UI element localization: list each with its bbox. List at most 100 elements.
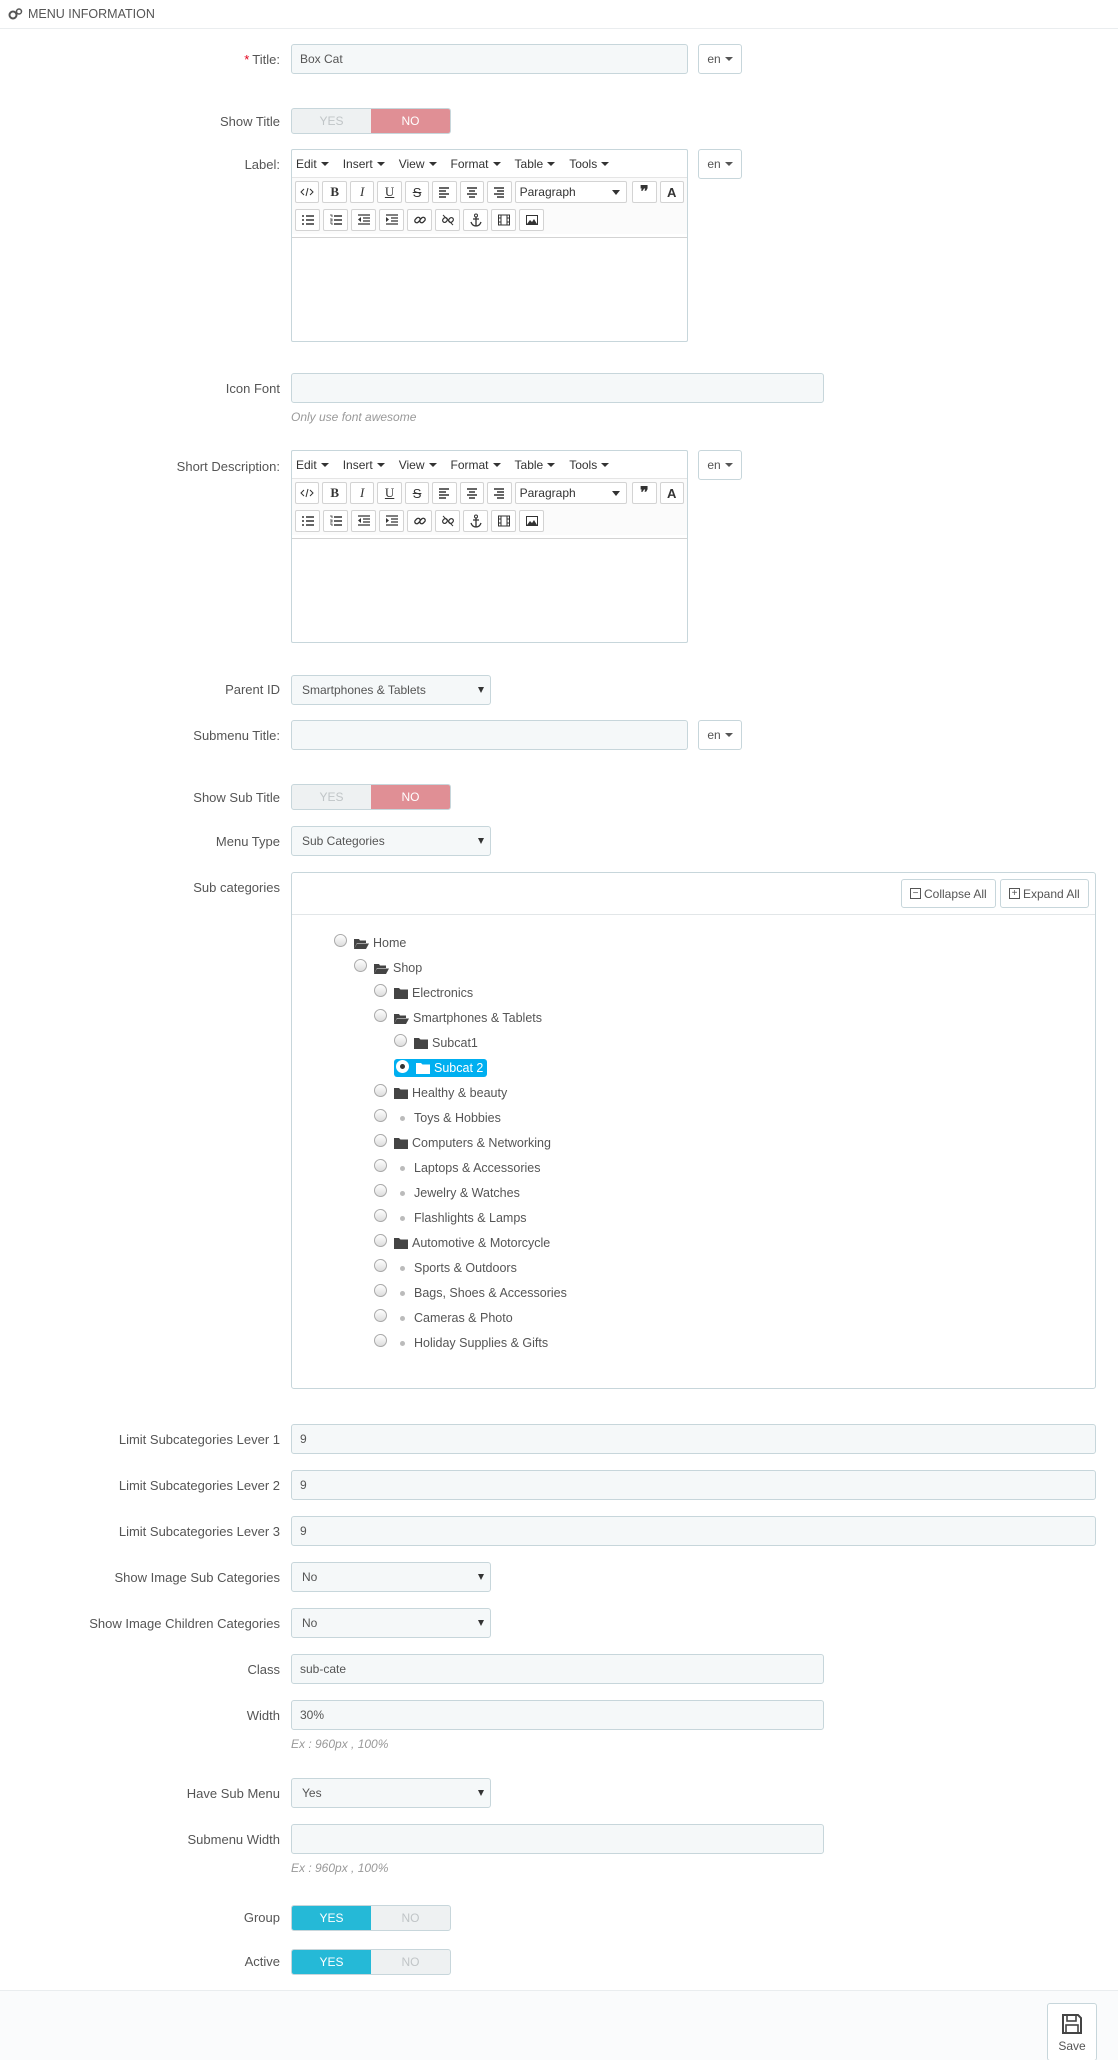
group-yes[interactable]: YES <box>292 1906 371 1930</box>
menu-view[interactable]: View <box>399 157 437 171</box>
tree-node[interactable]: Laptops & Accessories <box>374 1157 540 1179</box>
tree-node[interactable]: Electronics <box>374 982 473 1004</box>
link-icon[interactable] <box>407 209 432 231</box>
show-image-children-select[interactable]: No <box>291 1608 491 1638</box>
group-switch[interactable]: YES NO <box>291 1905 451 1931</box>
image-icon[interactable] <box>519 510 544 532</box>
menu-edit[interactable]: Edit <box>296 157 329 171</box>
short-description-lang-dropdown[interactable]: en <box>698 450 742 480</box>
tree-node-radio[interactable] <box>374 1208 387 1222</box>
show-image-sub-select[interactable]: No <box>291 1562 491 1592</box>
have-sub-menu-select[interactable]: Yes <box>291 1778 491 1808</box>
expand-all-button[interactable]: + Expand All <box>1000 879 1089 908</box>
show-title-no[interactable]: NO <box>371 109 450 133</box>
menu-format[interactable]: Format <box>451 157 501 171</box>
label-lang-dropdown[interactable]: en <box>698 149 742 179</box>
tree-node[interactable]: Home <box>334 932 406 954</box>
menu-view[interactable]: View <box>399 458 437 472</box>
submenu-title-input[interactable] <box>291 720 688 750</box>
label-editor[interactable]: Edit Insert View Format Table Tools B I … <box>291 149 688 342</box>
title-lang-dropdown[interactable]: en <box>698 44 742 74</box>
blockquote-icon[interactable]: ❞ <box>632 181 657 203</box>
tree-node-radio[interactable] <box>394 1033 407 1047</box>
anchor-icon[interactable] <box>463 510 488 532</box>
active-yes[interactable]: YES <box>292 1950 371 1974</box>
tree-node-radio[interactable] <box>374 1083 387 1097</box>
align-center-icon[interactable] <box>459 181 485 203</box>
bold-icon[interactable]: B <box>322 482 347 504</box>
tree-node-radio[interactable] <box>374 1333 387 1347</box>
block-format-select[interactable]: Paragraph <box>514 181 628 203</box>
menu-edit[interactable]: Edit <box>296 458 329 472</box>
tree-node-radio[interactable] <box>334 933 347 947</box>
tree-node[interactable]: Subcat 2 <box>394 1057 488 1079</box>
indent-icon[interactable] <box>379 510 404 532</box>
menu-table[interactable]: Table <box>515 458 556 472</box>
tree-node-radio[interactable] <box>374 1258 387 1272</box>
font-icon[interactable]: A <box>659 181 684 203</box>
link-icon[interactable] <box>407 510 432 532</box>
tree-node[interactable]: Automotive & Motorcycle <box>374 1232 550 1254</box>
limit-lv2-input[interactable]: 9 <box>291 1470 1096 1500</box>
icon-font-input[interactable] <box>291 373 824 403</box>
indent-icon[interactable] <box>379 209 404 231</box>
show-sub-title-switch[interactable]: YES NO <box>291 784 451 810</box>
tree-node[interactable]: Toys & Hobbies <box>374 1107 501 1129</box>
title-input[interactable]: Box Cat <box>291 44 688 74</box>
tree-node-radio[interactable] <box>374 1008 387 1022</box>
show-title-switch[interactable]: YES NO <box>291 108 451 134</box>
collapse-all-button[interactable]: − Collapse All <box>901 879 996 908</box>
align-center-icon[interactable] <box>459 482 485 504</box>
numbered-list-icon[interactable] <box>323 510 348 532</box>
block-format-select[interactable]: Paragraph <box>514 482 628 504</box>
tree-node[interactable]: Sports & Outdoors <box>374 1257 517 1279</box>
italic-icon[interactable]: I <box>349 482 375 504</box>
limit-lv1-input[interactable]: 9 <box>291 1424 1096 1454</box>
strikethrough-icon[interactable]: S <box>404 482 430 504</box>
tree-node[interactable]: Computers & Networking <box>374 1132 551 1154</box>
media-icon[interactable] <box>491 510 516 532</box>
outdent-icon[interactable] <box>351 209 376 231</box>
tree-node-radio[interactable] <box>374 1233 387 1247</box>
class-input[interactable]: sub-cate <box>291 1654 824 1684</box>
bullet-list-icon[interactable] <box>295 510 320 532</box>
tree-node-radio[interactable] <box>374 1158 387 1172</box>
tree-node[interactable]: Holiday Supplies & Gifts <box>374 1332 548 1354</box>
menu-insert[interactable]: Insert <box>343 458 385 472</box>
tree-node[interactable]: Jewelry & Watches <box>374 1182 520 1204</box>
tree-node-radio[interactable] <box>374 1283 387 1297</box>
image-icon[interactable] <box>519 209 544 231</box>
submenu-width-input[interactable] <box>291 1824 824 1854</box>
menu-tools[interactable]: Tools <box>569 157 610 171</box>
underline-icon[interactable]: U <box>377 482 402 504</box>
italic-icon[interactable]: I <box>349 181 375 203</box>
tree-node[interactable]: Flashlights & Lamps <box>374 1207 527 1229</box>
align-right-icon[interactable] <box>487 482 512 504</box>
tree-node-radio[interactable] <box>374 1133 387 1147</box>
limit-lv3-input[interactable]: 9 <box>291 1516 1096 1546</box>
bold-icon[interactable]: B <box>322 181 347 203</box>
menu-tools[interactable]: Tools <box>569 458 610 472</box>
tree-node-radio[interactable] <box>374 1308 387 1322</box>
tree-node-radio[interactable] <box>396 1059 409 1073</box>
strikethrough-icon[interactable]: S <box>404 181 430 203</box>
menu-table[interactable]: Table <box>515 157 556 171</box>
submenu-title-lang-dropdown[interactable]: en <box>698 720 742 750</box>
active-switch[interactable]: YES NO <box>291 1949 451 1975</box>
menu-type-select[interactable]: Sub Categories <box>291 826 491 856</box>
short-description-editor-content[interactable] <box>292 538 687 642</box>
underline-icon[interactable]: U <box>377 181 402 203</box>
unlink-icon[interactable] <box>435 510 460 532</box>
save-button[interactable]: Save <box>1047 2003 1097 2060</box>
tree-node[interactable]: Cameras & Photo <box>374 1307 513 1329</box>
media-icon[interactable] <box>491 209 516 231</box>
align-right-icon[interactable] <box>487 181 512 203</box>
anchor-icon[interactable] <box>463 209 488 231</box>
blockquote-icon[interactable]: ❞ <box>632 482 657 504</box>
active-no[interactable]: NO <box>371 1950 450 1974</box>
code-icon[interactable] <box>295 181 320 203</box>
tree-node[interactable]: Smartphones & Tablets <box>374 1007 542 1029</box>
tree-node[interactable]: Bags, Shoes & Accessories <box>374 1282 567 1304</box>
code-icon[interactable] <box>295 482 320 504</box>
tree-node-radio[interactable] <box>374 983 387 997</box>
